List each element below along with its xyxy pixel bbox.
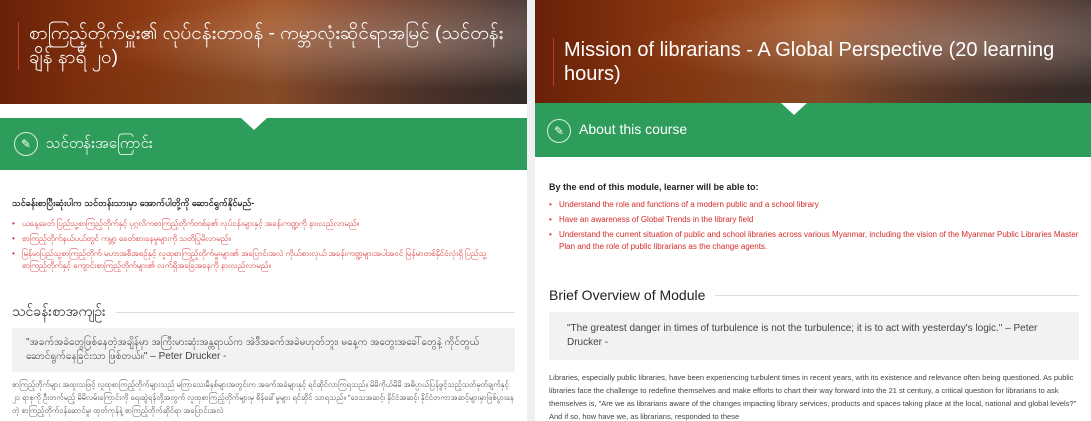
overview-heading: Brief Overview of Module [549,287,1079,303]
panel-divider [527,0,535,421]
objective-item: Understand the current situation of publ… [549,229,1081,253]
objective-item: Have an awareness of Global Trends in th… [549,214,1081,226]
heading-divider [115,312,515,313]
about-course-label: သင်တန်းအကြောင်း [46,135,153,152]
heading-divider [715,294,1079,296]
course-title: Mission of librarians - A Global Perspec… [553,38,1077,86]
right-course-panel: Mission of librarians - A Global Perspec… [535,0,1091,421]
pencil-icon: ✎ [547,119,571,143]
objective-item: မြန်မာပြည်သူ့စာကြည့်တိုက် မဟာအစီအစဉ်နှင့… [12,248,517,272]
band-notch [241,118,267,130]
course-hero-banner: စာကြည့်တိုက်မှူး၏ လုပ်ငန်းတာဝန် - ကမ္ဘာလ… [0,0,527,104]
overview-body: စာကြည့်တိုက်များ အထူးသဖြင့် လူထုစာကြည့်တ… [12,380,514,415]
pencil-icon: ✎ [14,132,38,156]
objectives-heading: By the end of this module, learner will … [549,182,759,192]
quote-block: "အခက်အခဲတွေဖြစ်နေတဲ့အချိန်မှာ အကြီးမားဆု… [12,328,515,372]
about-course-band[interactable]: ✎ About this course [535,103,1091,157]
course-hero-banner: Mission of librarians - A Global Perspec… [535,0,1091,104]
left-course-panel: စာကြည့်တိုက်မှူး၏ လုပ်ငန်းတာဝန် - ကမ္ဘာလ… [0,0,527,421]
learning-objectives: သင်ခန်းစာပြီးဆုံးပါက သင်တန်းသားမှာ အောက်… [12,198,517,275]
objective-item: Understand the role and functions of a m… [549,199,1081,211]
course-title: စာကြည့်တိုက်မှူး၏ လုပ်ငန်းတာဝန် - ကမ္ဘာလ… [18,22,513,70]
objectives-list: Understand the role and functions of a m… [549,199,1081,253]
objectives-heading: သင်ခန်းစာပြီးဆုံးပါက သင်တန်းသားမှာ အောက်… [12,198,255,208]
overview-body: Libraries, especially public libraries, … [549,373,1077,421]
objective-item: ယနေ့ခေတ် ပြည်သူ့စာကြည့်တိုက်နှင့် ပုဂ္ဂလ… [12,218,517,230]
objective-item: စာကြည့်တိုက်နယ်ပယ်တွင် ကမ္ဘာ့ ခေတ်စားနေမ… [12,233,517,245]
learning-objectives: By the end of this module, learner will … [549,182,1081,256]
about-course-label: About this course [579,121,688,137]
objectives-list: ယနေ့ခေတ် ပြည်သူ့စာကြည့်တိုက်နှင့် ပုဂ္ဂလ… [12,218,517,272]
overview-title: သင်ခန်းစာအကျဉ်း [12,303,106,319]
overview-heading: သင်ခန်းစာအကျဉ်း [12,302,515,323]
band-notch [781,103,807,115]
overview-title: Brief Overview of Module [549,287,706,303]
quote-block: "The greatest danger in times of turbule… [549,312,1079,360]
